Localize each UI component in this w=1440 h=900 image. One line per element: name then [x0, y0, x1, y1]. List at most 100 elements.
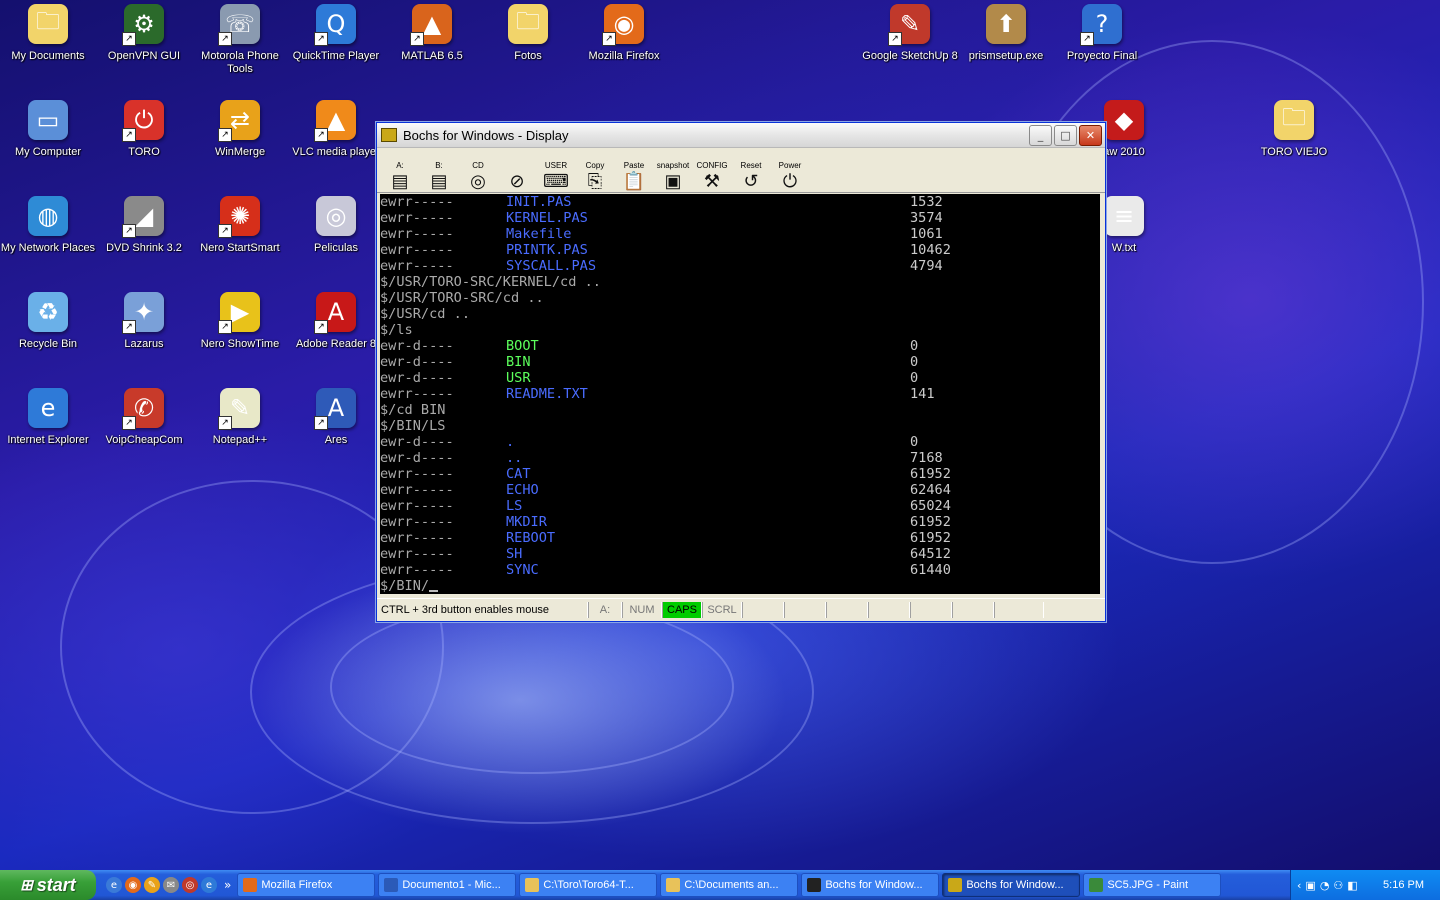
- desktop-icon[interactable]: ◍ My Network Places: [0, 192, 96, 255]
- taskbar-button[interactable]: Documento1 - Mic...: [378, 873, 517, 897]
- copy-button[interactable]: Copy ⎘: [578, 152, 612, 192]
- desktop-icon[interactable]: ✺ ↗ Nero StartSmart: [192, 192, 288, 255]
- maximize-button[interactable]: □: [1054, 124, 1077, 146]
- shortcut-arrow-icon: ↗: [314, 320, 328, 334]
- desktop-icon-label: Nero ShowTime: [200, 338, 280, 350]
- terminal-filename: BIN: [506, 354, 531, 370]
- folder-documents-icon: 🗀: [28, 4, 68, 44]
- desktop-icon-label: Google SketchUp 8: [862, 50, 958, 62]
- desktop-icon[interactable]: ♻ Recycle Bin: [0, 288, 96, 351]
- terminal-filesize: 61952: [910, 514, 951, 530]
- desktop-icon[interactable]: ▭ My Computer: [0, 96, 96, 159]
- winmerge-icon[interactable]: ✎: [144, 877, 160, 893]
- close-button[interactable]: ✕: [1079, 124, 1102, 146]
- desktop-icon[interactable]: ✆ ↗ VoipCheapCom: [96, 384, 192, 447]
- start-button[interactable]: ⊞ start: [0, 870, 96, 900]
- winmerge-icon: ⇄ ↗: [218, 100, 260, 142]
- media-icon[interactable]: ◎: [182, 877, 198, 893]
- tray-network-icon[interactable]: ▣: [1305, 879, 1315, 892]
- desktop-icon[interactable]: ⬆ prismsetup.exe: [958, 0, 1054, 63]
- terminal-line: ewr-d----.. 7168: [380, 450, 1100, 466]
- desktop-icon[interactable]: ✎ ↗ Google SketchUp 8: [862, 0, 958, 63]
- window-title: Bochs for Windows - Display: [403, 127, 569, 143]
- reset-button[interactable]: Reset ↺: [734, 152, 768, 192]
- config-tools-button[interactable]: CONFIG ⚒: [695, 152, 729, 192]
- icon-glyph: A: [327, 298, 345, 326]
- taskbar-button[interactable]: Bochs for Window...: [801, 873, 940, 897]
- minimize-button[interactable]: _: [1029, 124, 1052, 146]
- window-titlebar[interactable]: Bochs for Windows - Display _ □ ✕: [377, 123, 1105, 148]
- terminal-filesize: 65024: [910, 498, 951, 514]
- show-desktop-icon[interactable]: e: [106, 877, 122, 893]
- desktop-icon[interactable]: ◉ ↗ Mozilla Firefox: [576, 0, 672, 63]
- emulator-display[interactable]: ewrr----- INIT.PAS 1532 ewrr----- KERNEL.PAS…: [380, 194, 1100, 594]
- desktop-icon[interactable]: ▲ ↗ MATLAB 6.5: [384, 0, 480, 63]
- desktop-icon[interactable]: A ↗ Ares: [288, 384, 384, 447]
- desktop-icon[interactable]: ◢ ↗ DVD Shrink 3.2: [96, 192, 192, 255]
- firefox-icon[interactable]: ◉: [125, 877, 141, 893]
- icon-glyph: ✺: [229, 202, 251, 230]
- desktop-icon[interactable]: A ↗ Adobe Reader 8: [288, 288, 384, 351]
- terminal-permissions: ewrr-----: [380, 546, 454, 562]
- desktop-icon[interactable]: 🗀 My Documents: [0, 0, 96, 63]
- desktop-icon[interactable]: ✦ ↗ Lazarus: [96, 288, 192, 351]
- icon-glyph: ✦: [133, 298, 155, 326]
- desktop-icon[interactable]: ◎ Peliculas: [288, 192, 384, 255]
- toolbar-button-label: CD: [472, 161, 484, 170]
- taskbar-button[interactable]: C:\Documents an...: [660, 873, 799, 897]
- desktop-icon[interactable]: ✎ ↗ Notepad++: [192, 384, 288, 447]
- taskbar-button[interactable]: Bochs for Window...: [942, 873, 1081, 897]
- icon-glyph: ⇄: [229, 106, 251, 134]
- icon-glyph: ◢: [134, 202, 154, 230]
- folder-icon: [525, 878, 540, 892]
- desktop-icon[interactable]: ⏻ ↗ TORO: [96, 96, 192, 159]
- floppy-a-button[interactable]: A: ▤: [383, 152, 417, 192]
- desktop-icon[interactable]: e Internet Explorer: [0, 384, 96, 447]
- system-tray: ‹ ▣ ◔ ⚇ ◧ 5:16 PM: [1290, 870, 1440, 900]
- terminal-filename: README.TXT: [506, 386, 588, 402]
- taskbar: ⊞ start e ◉ ✎ ✉ ◎ e » Mozilla Firefox Doc…: [0, 870, 1440, 900]
- cdrom-disabled-button[interactable]: ⊘: [500, 152, 534, 192]
- shortcut-arrow-icon: ↗: [218, 224, 232, 238]
- cdrom-button[interactable]: CD ◎: [461, 152, 495, 192]
- shortcut-arrow-icon: ↗: [218, 128, 232, 142]
- status-scrl: SCRL: [702, 602, 742, 618]
- toolbar-button-label: Copy: [585, 161, 605, 170]
- chevron-right-icon[interactable]: »: [224, 878, 231, 892]
- terminal-permissions: ewrr-----: [380, 514, 454, 530]
- keyboard-button[interactable]: USER ⌨: [539, 152, 573, 192]
- terminal-line: ewrr----- MKDIR 61952: [380, 514, 1100, 530]
- tray-nvidia-icon[interactable]: ◧: [1347, 879, 1357, 892]
- desktop-icon[interactable]: ⚙ ↗ OpenVPN GUI: [96, 0, 192, 63]
- icon-glyph: ◎: [325, 202, 347, 230]
- taskbar-button[interactable]: SC5.JPG - Paint: [1083, 873, 1222, 897]
- desktop-icon[interactable]: ▶ ↗ Nero ShowTime: [192, 288, 288, 351]
- taskbar-button[interactable]: Mozilla Firefox: [237, 873, 376, 897]
- desktop-icon[interactable]: ⇄ ↗ WinMerge: [192, 96, 288, 159]
- tray-volume-icon[interactable]: ◔: [1320, 879, 1330, 892]
- power-button[interactable]: Power ⏻: [773, 152, 807, 192]
- desktop-icon[interactable]: ☏ ↗ Motorola Phone Tools: [192, 0, 288, 76]
- tray-expand-icon[interactable]: ‹: [1297, 879, 1301, 892]
- desktop-icon[interactable]: 🗀 TORO VIEJO: [1246, 96, 1342, 159]
- mail-icon[interactable]: ✉: [163, 877, 179, 893]
- terminal-permissions: ewrr-----: [380, 466, 454, 482]
- desktop-icon[interactable]: Q ↗ QuickTime Player: [288, 0, 384, 63]
- terminal-line: $/ls: [380, 322, 1100, 338]
- terminal-prompt-line[interactable]: $/BIN/: [380, 578, 1100, 594]
- desktop-icon[interactable]: 🗀 Fotos: [480, 0, 576, 63]
- terminal-permissions: ewr-d----: [380, 370, 454, 386]
- desktop-icon[interactable]: ▲ ↗ VLC media player: [288, 96, 384, 159]
- floppy-b-button[interactable]: B: ▤: [422, 152, 456, 192]
- clock[interactable]: 5:16 PM: [1383, 879, 1424, 891]
- ie-icon[interactable]: e: [201, 877, 217, 893]
- terminal-line: ewr-d---- BOOT 0: [380, 338, 1100, 354]
- terminal-line: ewrr----- REBOOT 61952: [380, 530, 1100, 546]
- taskbar-button[interactable]: C:\Toro\Toro64-T...: [519, 873, 658, 897]
- desktop-icon[interactable]: ? ↗ Proyecto Final: [1054, 0, 1150, 63]
- bochs-window[interactable]: Bochs for Windows - Display _ □ ✕ A: ▤ B: ▤…: [376, 122, 1106, 622]
- paste-button[interactable]: Paste 📋: [617, 152, 651, 192]
- camera-button[interactable]: snapshot ▣: [656, 152, 690, 192]
- power-icon: ⏻ ↗: [122, 100, 164, 142]
- tray-connection-icon[interactable]: ⚇: [1333, 879, 1343, 892]
